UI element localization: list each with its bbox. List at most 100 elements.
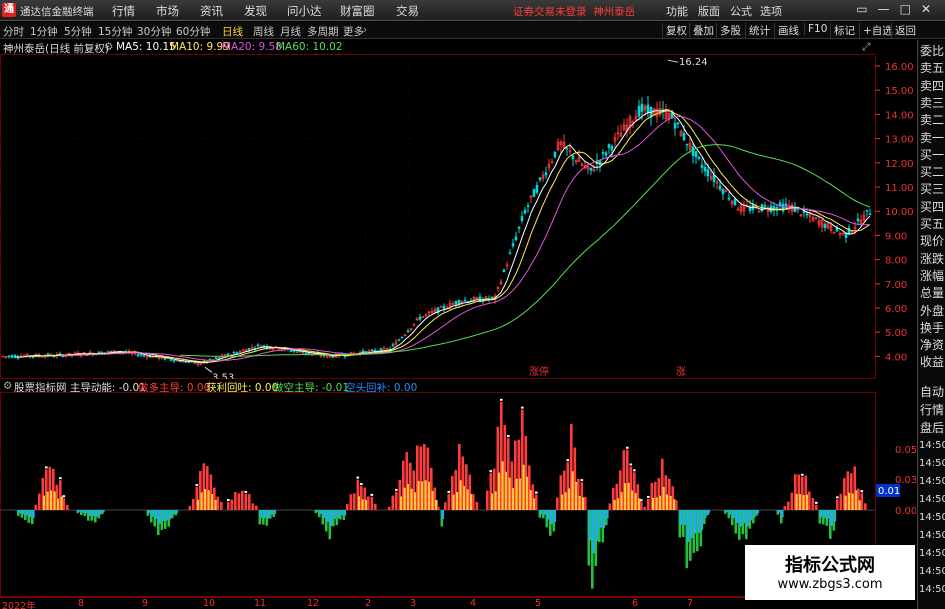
tool-overlay[interactable]: 叠加 <box>689 23 714 38</box>
price-axis-label: 16.00 <box>885 62 914 73</box>
trade-tick-item[interactable]: 14:50 <box>919 437 945 455</box>
trade-tick-item[interactable]: 14:50 <box>919 545 945 563</box>
broker-login-status[interactable]: 证券交易未登录 神州泰岳 <box>513 4 635 19</box>
candle-body <box>640 103 644 112</box>
peak-dot <box>860 490 864 493</box>
trade-tick-item[interactable]: 自动 <box>919 383 945 401</box>
peak-dot <box>535 491 538 494</box>
trade-tick-item[interactable]: 14:50 <box>919 581 945 599</box>
quote-field-tab[interactable]: 总量 <box>919 284 945 302</box>
menu-item-quotes[interactable]: 行情 <box>112 3 135 19</box>
tab-period-multi[interactable]: 多周期 <box>307 24 339 39</box>
quote-field-tab[interactable]: 净资 <box>919 336 945 354</box>
quote-field-tab[interactable]: 买三 <box>919 180 945 198</box>
candle-body <box>685 143 689 146</box>
ma60-label: MA60: 10.02 <box>276 41 343 53</box>
tab-period-5min[interactable]: 5分钟 <box>64 24 92 39</box>
trade-tick-item[interactable]: 14:50 <box>919 527 945 545</box>
quote-field-tab[interactable]: 卖一 <box>919 129 945 147</box>
trade-tick-item[interactable]: 盘后 <box>919 419 945 437</box>
menu-layout[interactable]: 版面 <box>698 3 720 19</box>
quote-field-tab[interactable]: 买五 <box>919 215 945 233</box>
candle-body <box>718 185 722 190</box>
menu-options[interactable]: 选项 <box>760 3 782 19</box>
long-dominant-bar <box>836 499 839 510</box>
quote-field-tab[interactable]: 卖五 <box>919 59 945 77</box>
indicator-settings-icon[interactable]: ⚙ <box>3 380 12 392</box>
trade-tick-item[interactable]: 14:50 <box>919 563 945 581</box>
tab-period-1min[interactable]: 1分钟 <box>30 24 58 39</box>
candle-body <box>217 357 221 359</box>
quote-field-tab[interactable]: 换手 <box>919 319 945 337</box>
tool-f10[interactable]: F10 <box>804 23 827 35</box>
current-stock-name: 神州泰岳 <box>593 6 636 18</box>
peak-dot <box>566 459 570 462</box>
candle-body <box>847 227 851 235</box>
menu-item-trade[interactable]: 交易 <box>396 3 419 19</box>
tool-stats[interactable]: 统计 <box>745 23 770 38</box>
quote-field-tab[interactable]: 收益 <box>919 353 945 371</box>
tab-period-daily[interactable]: 日线 <box>222 24 243 39</box>
tool-add-watchlist[interactable]: +自选 <box>859 23 893 38</box>
maximize-icon[interactable]: □ <box>900 2 921 16</box>
menu-formula[interactable]: 公式 <box>730 3 752 19</box>
tab-period-weekly[interactable]: 周线 <box>253 24 274 39</box>
tab-period-intraday[interactable]: 分时 <box>3 24 24 39</box>
tool-draw[interactable]: 画线 <box>774 23 799 38</box>
trade-tick-item[interactable]: 14:50 <box>919 473 945 491</box>
tool-adjust[interactable]: 复权 <box>662 23 687 38</box>
close-icon[interactable]: ✕ <box>921 2 941 16</box>
chart-expand-icon[interactable]: ⤢ <box>862 41 870 54</box>
trade-tick-item[interactable]: 14:50 <box>919 491 945 509</box>
quote-field-tab[interactable]: 外盘 <box>919 302 945 320</box>
menu-item-discover[interactable]: 发现 <box>244 3 267 19</box>
quote-field-tab[interactable]: 买四 <box>919 198 945 216</box>
quote-field-tab[interactable]: 现价 <box>919 232 945 250</box>
settings-gear-icon[interactable]: ⚙ <box>104 41 113 53</box>
low-price-label: 3.53 <box>212 372 234 379</box>
quote-field-tab[interactable]: 涨幅 <box>919 267 945 285</box>
candle-body <box>508 252 512 255</box>
quote-field-tab[interactable]: 涨跌 <box>919 250 945 268</box>
window-controls[interactable]: ▭—□✕ <box>856 2 941 16</box>
tab-period-more[interactable]: 更多 <box>343 24 364 39</box>
peak-dot <box>59 477 62 480</box>
tab-period-15min[interactable]: 15分钟 <box>98 24 132 39</box>
tool-mark[interactable]: 标记 <box>830 23 855 38</box>
limit-up-tag: 涨停 <box>529 365 549 378</box>
tool-multi-stock[interactable]: 多股 <box>716 23 741 38</box>
quote-field-tab[interactable]: 卖三 <box>919 94 945 112</box>
tab-period-60min[interactable]: 60分钟 <box>176 24 210 39</box>
quote-field-tab[interactable]: 买二 <box>919 163 945 181</box>
candle-body <box>856 218 860 222</box>
menu-item-news[interactable]: 资讯 <box>200 3 223 19</box>
long-dominant-bar <box>535 494 538 510</box>
peak-dot <box>356 476 360 479</box>
minimize-icon[interactable]: — <box>878 2 900 16</box>
trade-tick-item[interactable]: 行情 <box>919 401 945 419</box>
quote-field-tab[interactable]: 买一 <box>919 146 945 164</box>
more-chevron-icon[interactable]: › <box>363 24 367 36</box>
menu-function[interactable]: 功能 <box>666 3 688 19</box>
peak-dot <box>801 473 804 476</box>
menu-item-market[interactable]: 市场 <box>156 3 179 19</box>
candle-body <box>607 144 611 148</box>
menu-item-wealth[interactable]: 财富圈 <box>340 3 375 19</box>
trade-tick-item[interactable]: 14:50 <box>919 509 945 527</box>
menu-item-ask[interactable]: 问小达 <box>287 3 322 19</box>
short-cover-bar <box>683 510 686 525</box>
quote-field-tab[interactable]: 卖四 <box>919 77 945 95</box>
short-cover-bar <box>725 510 728 513</box>
tool-back[interactable]: 返回 <box>891 23 916 38</box>
peak-dot <box>244 490 248 493</box>
candle-body <box>532 189 536 198</box>
trade-tick-item[interactable]: 14:50 <box>919 455 945 473</box>
quote-field-tab[interactable]: 委比 <box>919 42 945 60</box>
tab-period-monthly[interactable]: 月线 <box>280 24 301 39</box>
restore-icon[interactable]: ▭ <box>856 2 877 16</box>
tab-period-30min[interactable]: 30分钟 <box>137 24 171 39</box>
quote-field-tab[interactable]: 卖二 <box>919 111 945 129</box>
candlestick-chart[interactable]: 16.00 15.00 14.00 13.00 12.00 11.00 10.00 9.00 8… <box>0 54 916 379</box>
candle-body <box>331 356 335 358</box>
long-dominant-bar <box>349 494 353 510</box>
